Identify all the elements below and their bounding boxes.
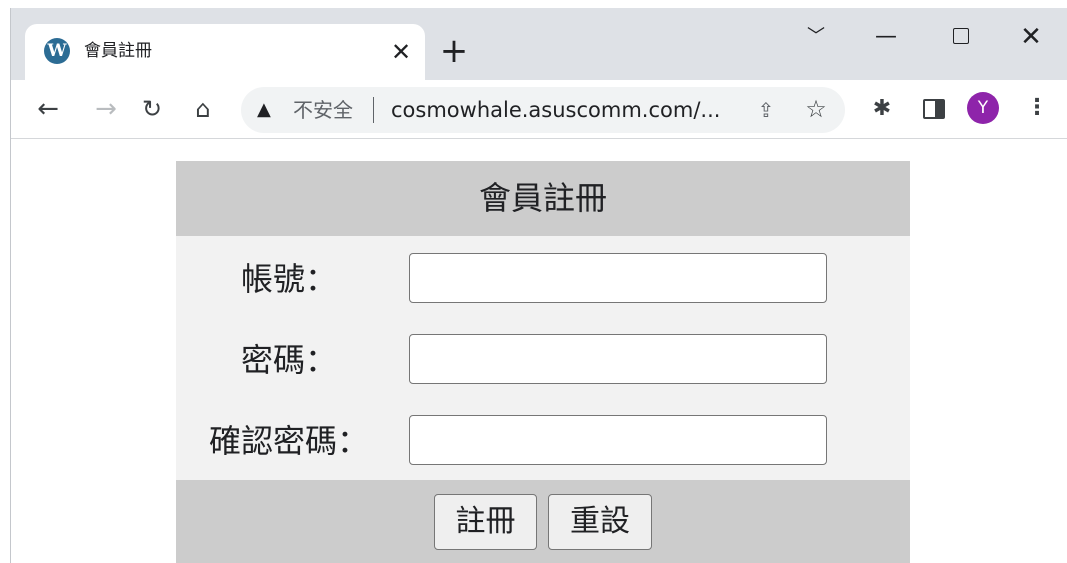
form-header: 會員註冊 [176,161,910,236]
password-row: 密碼： [176,334,910,414]
new-tab-icon[interactable]: + [439,34,469,68]
reload-icon[interactable]: ↻ [135,92,169,126]
maximize-icon[interactable] [941,22,981,52]
close-window-icon[interactable]: ✕ [1011,22,1051,52]
form-footer: 註冊 重設 [176,480,910,563]
minimize-icon[interactable]: — [866,22,906,52]
warning-icon[interactable]: ▲ [257,98,271,122]
username-label: 帳號： [240,260,337,298]
browser-toolbar: ← → ↻ ⌂ ▲ 不安全 cosmowhale.asuscomm.com/..… [11,80,1067,139]
password-input[interactable] [409,334,827,384]
url-text[interactable]: cosmowhale.asuscomm.com/... [391,95,720,125]
address-bar[interactable]: ▲ 不安全 cosmowhale.asuscomm.com/... ⇪ ☆ [241,87,845,133]
browser-menu-icon[interactable]: ⋮ [1026,92,1048,124]
forward-icon[interactable]: → [89,92,123,126]
password-label: 密碼： [240,341,337,379]
page-content: 會員註冊 帳號： 密碼： 確認密碼： 註冊 重設 [10,140,1067,563]
register-form: 會員註冊 帳號： 密碼： 確認密碼： 註冊 重設 [176,161,910,563]
address-separator [373,97,374,123]
side-panel-icon[interactable] [923,99,945,119]
username-input[interactable] [409,253,827,303]
register-button[interactable]: 註冊 [434,494,537,550]
bookmark-star-icon[interactable]: ☆ [803,96,829,122]
reset-button[interactable]: 重設 [548,494,652,550]
share-icon[interactable]: ⇪ [753,97,779,123]
browser-chrome: W 會員註冊 ✕ + ﹀ — ✕ ← → ↻ ⌂ ▲ 不安全 cosmowhal… [10,8,1067,140]
tab-strip: W 會員註冊 ✕ + ﹀ — ✕ [11,8,1067,80]
extensions-puzzle-icon[interactable]: ✱ [869,96,895,122]
profile-avatar[interactable]: Y [967,92,999,124]
username-row: 帳號： [176,253,910,333]
home-icon[interactable]: ⌂ [186,92,220,126]
wordpress-favicon-icon: W [44,38,70,64]
tab-title: 會員註冊 [84,41,152,61]
form-title: 會員註冊 [478,179,607,217]
tab-search-icon[interactable]: ﹀ [796,22,836,52]
confirm-password-label: 確認密碼： [208,422,369,460]
tab-close-icon[interactable]: ✕ [387,38,415,66]
back-icon[interactable]: ← [31,92,65,126]
security-status[interactable]: 不安全 [293,97,353,123]
tab-active[interactable]: W 會員註冊 ✕ [25,24,425,80]
confirm-password-input[interactable] [409,415,827,465]
